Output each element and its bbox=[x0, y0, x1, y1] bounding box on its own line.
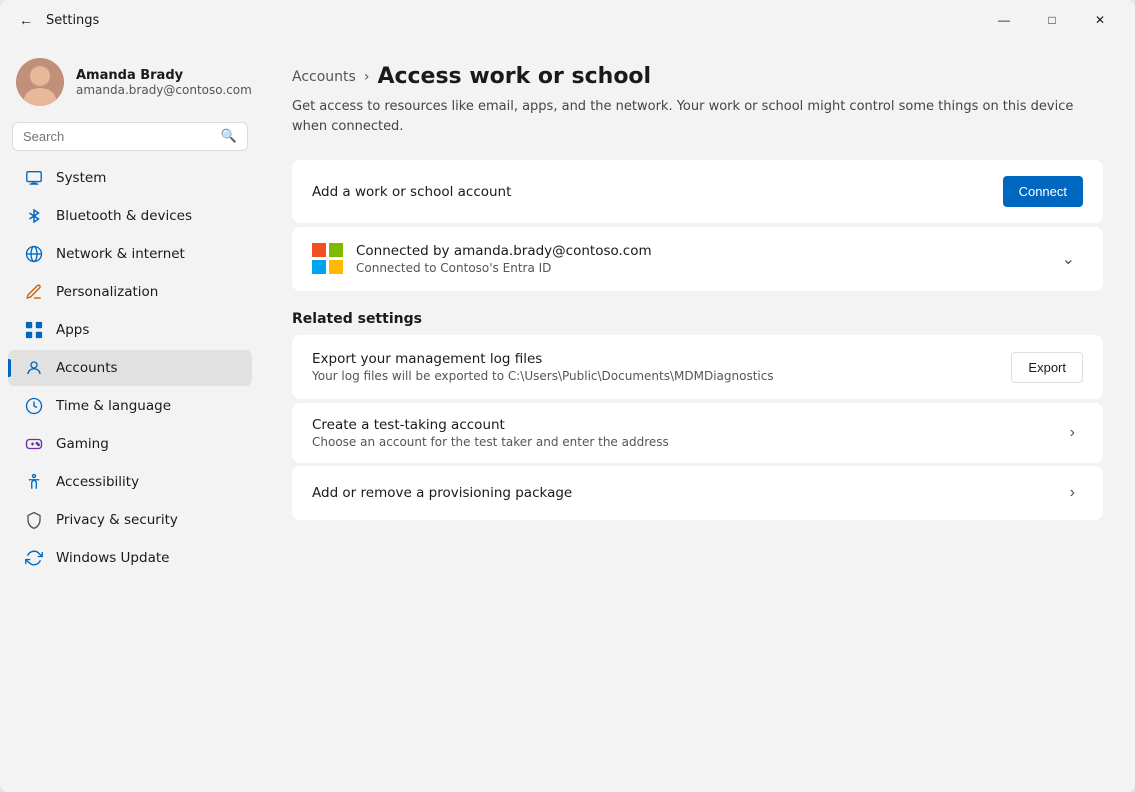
breadcrumb: Accounts › Access work or school bbox=[292, 64, 1103, 89]
export-text: Export your management log files Your lo… bbox=[312, 351, 774, 383]
sidebar-item-gaming[interactable]: Gaming bbox=[8, 426, 252, 462]
window-controls: — □ ✕ bbox=[981, 4, 1123, 36]
sidebar-item-bluetooth[interactable]: Bluetooth & devices bbox=[8, 198, 252, 234]
user-profile: Amanda Brady amanda.brady@contoso.com bbox=[0, 48, 260, 122]
sidebar-label-update: Windows Update bbox=[56, 550, 169, 566]
sidebar-label-accounts: Accounts bbox=[56, 360, 118, 376]
ms-logo-blue bbox=[312, 260, 326, 274]
sidebar-label-system: System bbox=[56, 170, 106, 186]
user-email: amanda.brady@contoso.com bbox=[76, 83, 252, 97]
content-area: Accounts › Access work or school Get acc… bbox=[260, 40, 1135, 792]
test-account-text: Create a test-taking account Choose an a… bbox=[312, 417, 669, 449]
sidebar-label-time: Time & language bbox=[56, 398, 171, 414]
main-layout: Amanda Brady amanda.brady@contoso.com 🔍 … bbox=[0, 40, 1135, 792]
ms-logo-red bbox=[312, 243, 326, 257]
connect-button[interactable]: Connect bbox=[1003, 176, 1083, 207]
sidebar-item-personalization[interactable]: Personalization bbox=[8, 274, 252, 310]
test-account-chevron[interactable]: › bbox=[1062, 420, 1083, 446]
sidebar-label-privacy: Privacy & security bbox=[56, 512, 178, 528]
sidebar-label-bluetooth: Bluetooth & devices bbox=[56, 208, 192, 224]
breadcrumb-parent[interactable]: Accounts bbox=[292, 69, 356, 85]
update-icon bbox=[24, 548, 44, 568]
export-button[interactable]: Export bbox=[1011, 352, 1083, 383]
time-icon bbox=[24, 396, 44, 416]
connected-info: Connected by amanda.brady@contoso.com Co… bbox=[312, 243, 1054, 275]
search-icon: 🔍 bbox=[221, 129, 237, 144]
microsoft-logo bbox=[312, 243, 344, 275]
user-name: Amanda Brady bbox=[76, 68, 252, 83]
personalization-icon bbox=[24, 282, 44, 302]
accounts-icon bbox=[24, 358, 44, 378]
sidebar-label-apps: Apps bbox=[56, 322, 89, 338]
connected-org: Connected to Contoso's Entra ID bbox=[356, 261, 652, 275]
provisioning-chevron[interactable]: › bbox=[1062, 480, 1083, 506]
sidebar-item-accessibility[interactable]: Accessibility bbox=[8, 464, 252, 500]
connected-account-card: Connected by amanda.brady@contoso.com Co… bbox=[292, 227, 1103, 291]
back-button[interactable]: ← bbox=[12, 6, 40, 34]
sidebar-item-network[interactable]: Network & internet bbox=[8, 236, 252, 272]
breadcrumb-separator: › bbox=[364, 69, 370, 85]
sidebar-item-time[interactable]: Time & language bbox=[8, 388, 252, 424]
export-desc: Your log files will be exported to C:\Us… bbox=[312, 369, 774, 383]
ms-logo-yellow bbox=[329, 260, 343, 274]
ms-logo-green bbox=[329, 243, 343, 257]
minimize-button[interactable]: — bbox=[981, 4, 1027, 36]
privacy-icon bbox=[24, 510, 44, 530]
page-description: Get access to resources like email, apps… bbox=[292, 97, 1103, 136]
sidebar-label-personalization: Personalization bbox=[56, 284, 158, 300]
settings-window: ← Settings — □ ✕ Amanda Brady bbox=[0, 0, 1135, 792]
connected-text: Connected by amanda.brady@contoso.com Co… bbox=[356, 243, 652, 275]
provisioning-text: Add or remove a provisioning package bbox=[312, 485, 572, 501]
bluetooth-icon bbox=[24, 206, 44, 226]
sidebar-item-update[interactable]: Windows Update bbox=[8, 540, 252, 576]
provisioning-card[interactable]: Add or remove a provisioning package › bbox=[292, 466, 1103, 520]
export-card: Export your management log files Your lo… bbox=[292, 335, 1103, 399]
network-icon bbox=[24, 244, 44, 264]
connected-expand-button[interactable]: ⌄ bbox=[1054, 245, 1083, 273]
test-account-desc: Choose an account for the test taker and… bbox=[312, 435, 669, 449]
sidebar-item-system[interactable]: System bbox=[8, 160, 252, 196]
connected-email: Connected by amanda.brady@contoso.com bbox=[356, 243, 652, 259]
close-button[interactable]: ✕ bbox=[1077, 4, 1123, 36]
user-info: Amanda Brady amanda.brady@contoso.com bbox=[76, 68, 252, 97]
related-settings-label: Related settings bbox=[292, 311, 1103, 327]
avatar bbox=[16, 58, 64, 106]
sidebar-label-accessibility: Accessibility bbox=[56, 474, 139, 490]
sidebar-item-privacy[interactable]: Privacy & security bbox=[8, 502, 252, 538]
sidebar-item-apps[interactable]: Apps bbox=[8, 312, 252, 348]
titlebar: ← Settings — □ ✕ bbox=[0, 0, 1135, 40]
test-account-title: Create a test-taking account bbox=[312, 417, 669, 433]
sidebar-item-accounts[interactable]: Accounts bbox=[8, 350, 252, 386]
sidebar-label-gaming: Gaming bbox=[56, 436, 109, 452]
test-account-card[interactable]: Create a test-taking account Choose an a… bbox=[292, 403, 1103, 463]
add-account-label: Add a work or school account bbox=[312, 184, 511, 200]
window-title: Settings bbox=[46, 13, 981, 28]
page-title: Access work or school bbox=[377, 64, 651, 89]
gaming-icon bbox=[24, 434, 44, 454]
sidebar: Amanda Brady amanda.brady@contoso.com 🔍 … bbox=[0, 40, 260, 792]
system-icon bbox=[24, 168, 44, 188]
sidebar-label-network: Network & internet bbox=[56, 246, 185, 262]
maximize-button[interactable]: □ bbox=[1029, 4, 1075, 36]
search-input[interactable] bbox=[23, 129, 213, 144]
search-box: 🔍 bbox=[12, 122, 248, 151]
export-title: Export your management log files bbox=[312, 351, 774, 367]
add-account-card: Add a work or school account Connect bbox=[292, 160, 1103, 223]
accessibility-icon bbox=[24, 472, 44, 492]
apps-icon bbox=[24, 320, 44, 340]
provisioning-title: Add or remove a provisioning package bbox=[312, 485, 572, 501]
